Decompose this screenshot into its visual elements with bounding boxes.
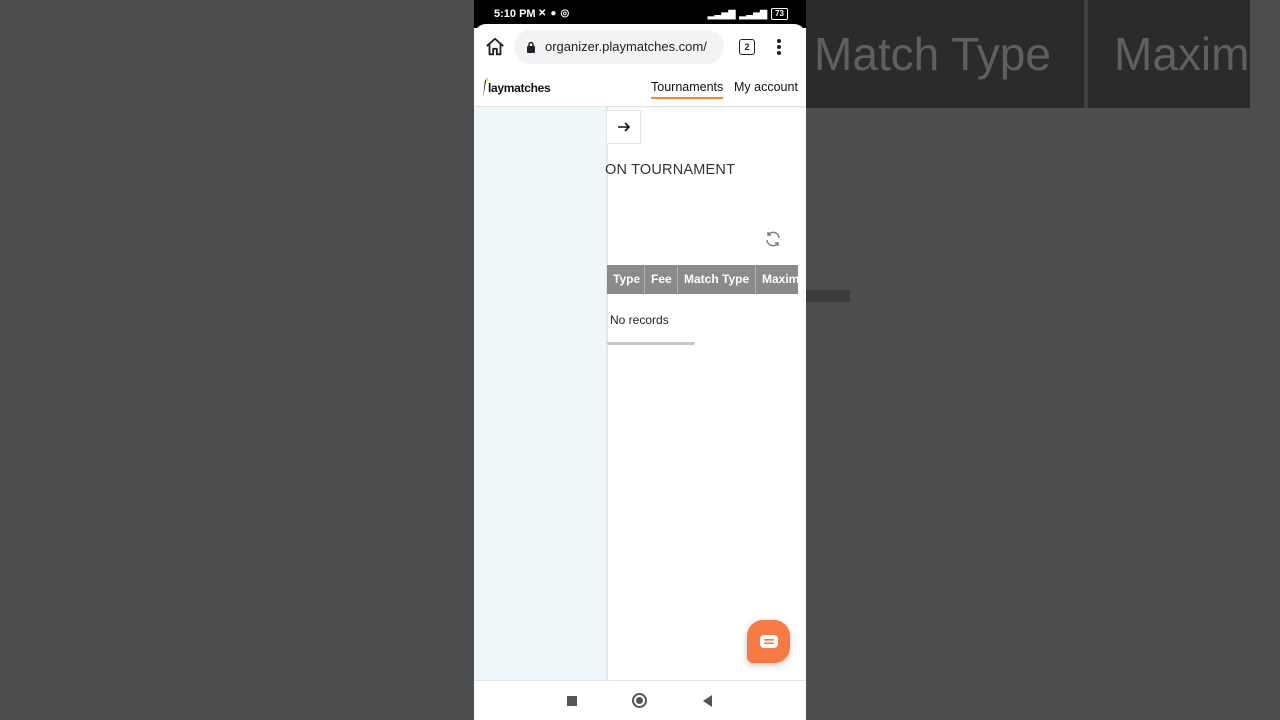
tab-switcher-button[interactable]: 2 bbox=[739, 39, 755, 55]
signal-icon: ▂▃▅▇ bbox=[707, 8, 736, 19]
column-header-type[interactable]: Type bbox=[607, 265, 645, 294]
page-title: ON TOURNAMENT bbox=[605, 162, 736, 178]
back-icon[interactable] bbox=[703, 695, 712, 707]
background-header-cell: Maxim bbox=[1114, 28, 1250, 80]
background-left bbox=[0, 0, 474, 720]
nav-tournaments[interactable]: Tournaments bbox=[651, 80, 724, 99]
app-navbar: laymatches Tournaments My account bbox=[474, 72, 806, 107]
signal-icon: ▂▃▅▇ bbox=[739, 8, 768, 19]
column-header-maximum[interactable]: Maxim bbox=[756, 265, 798, 294]
empty-state-text: No records bbox=[610, 313, 669, 327]
playmatches-logo[interactable]: laymatches bbox=[482, 78, 551, 98]
arrow-right-icon bbox=[617, 122, 630, 132]
chat-icon bbox=[759, 634, 778, 648]
column-header-match-type[interactable]: Match Type bbox=[678, 265, 756, 294]
background-scrollbar bbox=[806, 290, 850, 302]
status-time: 5:10 PM bbox=[494, 8, 536, 20]
lock-icon bbox=[527, 41, 535, 53]
background-header-cell: Match Type bbox=[814, 28, 1051, 80]
android-nav-bar bbox=[474, 680, 806, 720]
background-header-separator bbox=[1084, 0, 1088, 108]
phone-screen: 5:10 PM ✕ ● ◎ ▂▃▅▇ ▂▃▅▇ 73 organizer.pla… bbox=[474, 0, 806, 720]
expand-sidebar-button[interactable] bbox=[607, 110, 641, 144]
background-table-header: Match Type Maxim bbox=[806, 0, 1250, 108]
browser-toolbar: organizer.playmatches.com/ 2 bbox=[474, 24, 806, 72]
more-menu-icon[interactable] bbox=[775, 39, 783, 57]
horizontal-scrollbar[interactable] bbox=[607, 342, 695, 345]
status-notification-icons: ✕ ● ◎ bbox=[538, 8, 569, 19]
logo-text: laymatches bbox=[488, 81, 551, 95]
home-circle-icon[interactable] bbox=[632, 693, 647, 708]
refresh-icon[interactable] bbox=[764, 230, 782, 248]
mute-icon: ✕ bbox=[538, 8, 547, 19]
recents-icon[interactable] bbox=[567, 696, 577, 706]
battery-icon: 73 bbox=[771, 8, 788, 20]
home-icon[interactable] bbox=[484, 36, 506, 58]
whatsapp-icon: ● bbox=[550, 8, 557, 19]
address-bar[interactable]: organizer.playmatches.com/ bbox=[514, 30, 724, 64]
chat-button[interactable] bbox=[747, 620, 790, 663]
column-header-fee[interactable]: Fee bbox=[645, 265, 678, 294]
url-text: organizer.playmatches.com/ bbox=[545, 39, 707, 54]
table-header: Type Fee Match Type Maxim bbox=[607, 265, 798, 294]
status-system-icons: ▂▃▅▇ ▂▃▅▇ 73 bbox=[708, 8, 788, 20]
sidebar bbox=[474, 107, 608, 680]
nav-my-account[interactable]: My account bbox=[734, 80, 798, 94]
hotspot-icon: ◎ bbox=[560, 8, 570, 19]
background-right bbox=[806, 0, 1280, 720]
